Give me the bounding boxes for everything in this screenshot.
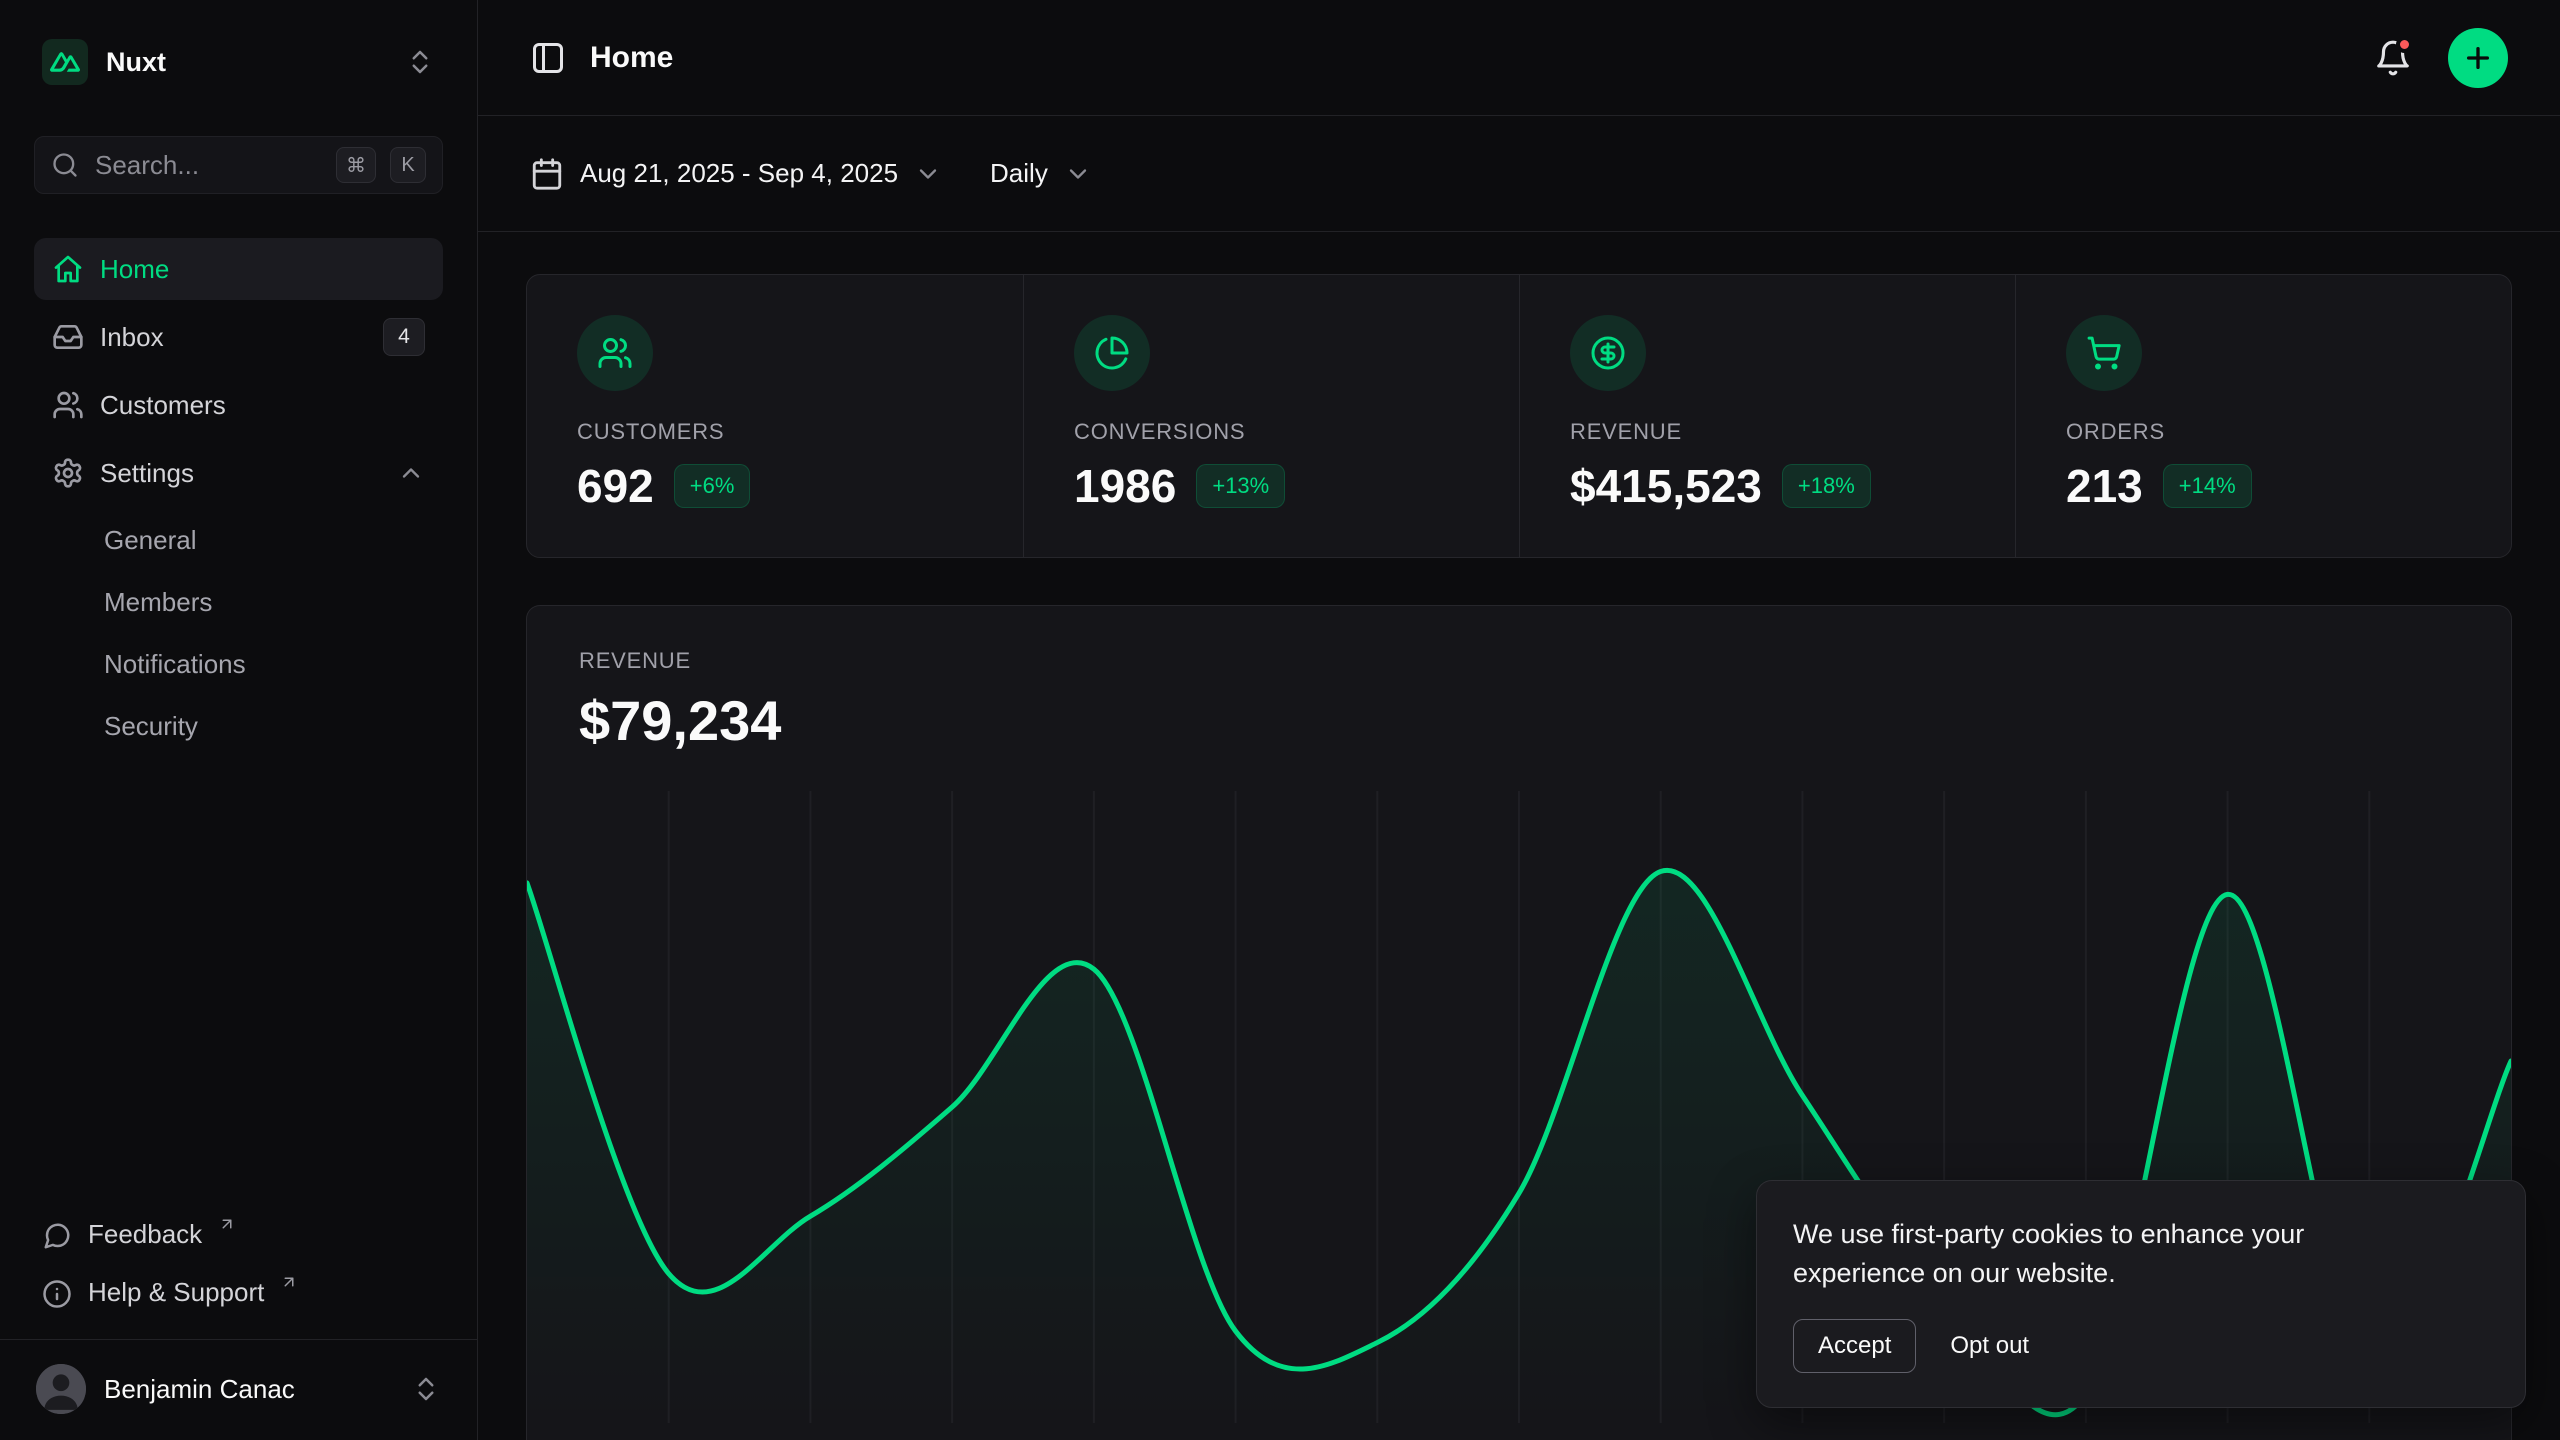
notification-dot <box>2396 36 2413 53</box>
stat-revenue[interactable]: REVENUE $415,523 +18% <box>1519 275 2015 557</box>
chevrons-up-down-icon <box>411 1374 441 1404</box>
users-icon <box>577 315 653 391</box>
stats-strip: CUSTOMERS 692 +6% CONVERSIONS 1986 +13% <box>526 274 2512 558</box>
sidebar-nav: Home Inbox 4 Customers Settings <box>0 238 477 756</box>
sidebar-item-inbox[interactable]: Inbox 4 <box>34 306 443 368</box>
search-input-wrapper[interactable]: ⌘ K <box>34 136 443 194</box>
granularity-label: Daily <box>990 158 1048 189</box>
settings-subnav: General Members Notifications Security <box>34 510 443 756</box>
sidebar-item-label: Settings <box>100 458 194 489</box>
external-link-icon <box>280 1273 298 1291</box>
notifications-button[interactable] <box>2374 39 2412 77</box>
home-icon <box>52 253 84 285</box>
gear-icon <box>52 457 84 489</box>
stat-label: REVENUE <box>1570 419 1965 445</box>
stat-orders[interactable]: ORDERS 213 +14% <box>2015 275 2511 557</box>
page-title: Home <box>590 41 673 75</box>
stat-delta-badge: +14% <box>2163 464 2252 508</box>
shopping-cart-icon <box>2066 315 2142 391</box>
help-support-label: Help & Support <box>88 1277 264 1308</box>
nuxt-logo <box>42 39 88 85</box>
help-support-link[interactable]: Help & Support <box>34 1267 443 1323</box>
cookie-actions: Accept Opt out <box>1793 1319 2489 1373</box>
search-icon <box>51 151 79 179</box>
feedback-link[interactable]: Feedback <box>34 1209 443 1265</box>
pie-chart-icon <box>1074 315 1150 391</box>
stat-label: CONVERSIONS <box>1074 419 1469 445</box>
kbd-k: K <box>390 147 426 183</box>
users-icon <box>52 389 84 421</box>
sidebar-item-label: Members <box>104 587 212 618</box>
stat-value: $415,523 <box>1570 459 1762 513</box>
sidebar-item-label: Notifications <box>104 649 246 680</box>
feedback-label: Feedback <box>88 1219 202 1250</box>
chevrons-up-down-icon <box>405 47 435 77</box>
filter-bar: Aug 21, 2025 - Sep 4, 2025 Daily <box>478 116 2560 232</box>
chevron-down-icon <box>1064 160 1092 188</box>
granularity-select[interactable]: Daily <box>990 158 1092 189</box>
sidebar-item-label: Customers <box>100 390 226 421</box>
sidebar-item-general[interactable]: General <box>34 510 443 570</box>
stat-value: 692 <box>577 459 654 513</box>
sidebar-footer: Feedback Help & Support <box>0 1209 477 1339</box>
calendar-icon <box>530 157 564 191</box>
revenue-chart-value: $79,234 <box>579 688 2459 753</box>
page-header: Home <box>478 0 2560 116</box>
sidebar-item-label: Home <box>100 254 169 285</box>
stat-customers[interactable]: CUSTOMERS 692 +6% <box>527 275 1023 557</box>
stat-delta-badge: +18% <box>1782 464 1871 508</box>
user-section: Benjamin Canac <box>0 1339 477 1440</box>
search-input[interactable] <box>93 149 322 182</box>
sidebar-item-settings[interactable]: Settings <box>34 442 443 504</box>
avatar <box>36 1364 86 1414</box>
sidebar-item-members[interactable]: Members <box>34 572 443 632</box>
sidebar-item-label: General <box>104 525 197 556</box>
dollar-circle-icon <box>1570 315 1646 391</box>
date-range-label: Aug 21, 2025 - Sep 4, 2025 <box>580 158 898 189</box>
inbox-count-badge: 4 <box>383 318 425 356</box>
stat-delta-badge: +13% <box>1196 464 1285 508</box>
sidebar: Nuxt ⌘ K Home Inb <box>0 0 478 1440</box>
sidebar-item-label: Inbox <box>100 322 164 353</box>
stat-conversions[interactable]: CONVERSIONS 1986 +13% <box>1023 275 1519 557</box>
stat-label: CUSTOMERS <box>577 419 973 445</box>
chevron-up-icon <box>397 459 425 487</box>
inbox-icon <box>52 321 84 353</box>
info-circle-icon <box>42 1279 72 1309</box>
sidebar-item-customers[interactable]: Customers <box>34 374 443 436</box>
user-name: Benjamin Canac <box>104 1374 295 1405</box>
sidebar-item-notifications[interactable]: Notifications <box>34 634 443 694</box>
date-range-picker[interactable]: Aug 21, 2025 - Sep 4, 2025 <box>530 157 942 191</box>
plus-icon <box>2462 42 2494 74</box>
header-actions <box>2374 28 2508 88</box>
workspace-name: Nuxt <box>106 47 166 78</box>
cookie-message: We use first-party cookies to enhance yo… <box>1793 1215 2393 1293</box>
chevron-down-icon <box>914 160 942 188</box>
stat-value: 213 <box>2066 459 2143 513</box>
panel-left-icon[interactable] <box>530 40 566 76</box>
workspace-switcher[interactable]: Nuxt <box>34 28 443 96</box>
stat-delta-badge: +6% <box>674 464 751 508</box>
revenue-chart-label: REVENUE <box>579 648 2459 674</box>
sidebar-item-security[interactable]: Security <box>34 696 443 756</box>
sidebar-item-home[interactable]: Home <box>34 238 443 300</box>
opt-out-button[interactable]: Opt out <box>1930 1320 2049 1372</box>
sidebar-item-label: Security <box>104 711 198 742</box>
stat-value: 1986 <box>1074 459 1176 513</box>
cookie-banner: We use first-party cookies to enhance yo… <box>1756 1180 2526 1408</box>
kbd-command: ⌘ <box>336 147 376 183</box>
stat-label: ORDERS <box>2066 419 2461 445</box>
external-link-icon <box>218 1215 236 1233</box>
accept-button[interactable]: Accept <box>1793 1319 1916 1373</box>
user-menu[interactable]: Benjamin Canac <box>20 1354 457 1424</box>
message-circle-icon <box>42 1221 72 1251</box>
add-button[interactable] <box>2448 28 2508 88</box>
